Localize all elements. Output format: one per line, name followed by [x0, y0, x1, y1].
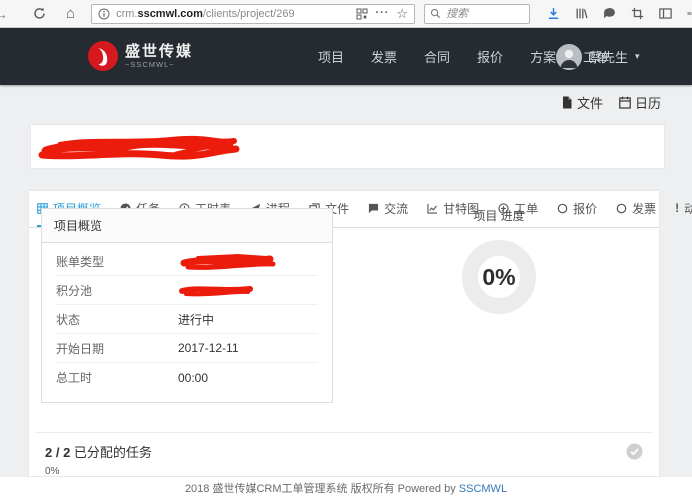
exclamation-icon: !	[675, 201, 679, 215]
progress-value: 0%	[482, 264, 515, 291]
total-hours-value: 00:00	[178, 371, 208, 385]
start-date-value: 2017-12-11	[178, 341, 239, 355]
avatar	[556, 44, 582, 70]
nav-item-plans[interactable]: 方案	[530, 47, 556, 66]
overview-row-points-pool: 积分池	[56, 276, 318, 305]
sidebar-button[interactable]	[659, 7, 672, 20]
card-title: 项目概览	[42, 209, 332, 243]
footer: 2018 盛世传媒CRM工单管理系统 版权所有 Powered by SSCMW…	[0, 477, 692, 503]
nav-item-contracts[interactable]: 合同	[424, 47, 450, 66]
app-navbar: 盛世传媒 ~SSCMWL~ 项目 发票 合同 报价 方案 工单 蔡先生 ▾	[0, 28, 692, 85]
status-value: 进行中	[178, 311, 214, 328]
tasks-count: 2 / 2	[45, 445, 70, 460]
project-title-panel	[30, 124, 665, 169]
tasks-progress-percent: 0%	[45, 466, 59, 477]
caret-down-icon: ▾	[635, 51, 640, 62]
brand-logo-icon	[88, 41, 118, 71]
calendar-icon	[619, 96, 631, 109]
tab-label: 发票	[632, 200, 656, 217]
footer-text: 2018 盛世传媒CRM工单管理系统 版权所有 Powered by	[185, 483, 459, 495]
project-overview-card: 项目概览 账单类型 积分池 状态 进行中	[41, 208, 333, 403]
extension-grid-icon[interactable]	[356, 8, 368, 20]
search-box[interactable]	[424, 4, 530, 24]
files-button[interactable]: 文件	[561, 93, 603, 112]
download-icon	[547, 7, 560, 20]
downloads-button[interactable]	[547, 7, 560, 20]
redaction-points-pool	[178, 282, 254, 298]
nav-item-projects[interactable]: 项目	[318, 47, 344, 66]
user-menu[interactable]: 蔡先生 ▾	[556, 28, 640, 85]
speech-bubble-icon	[603, 7, 616, 20]
check-circle-icon	[626, 443, 643, 460]
user-name: 蔡先生	[589, 47, 628, 66]
project-detail-panel: 项目概览 任务 工时表 进程 文件	[28, 190, 660, 477]
search-icon	[430, 8, 441, 19]
forward-button[interactable]: →	[0, 6, 9, 22]
overview-row-total-hours: 总工时 00:00	[56, 363, 318, 392]
url-bar[interactable]: crm.sscmwl.com/clients/project/269 ··· ☆	[91, 4, 415, 24]
tasks-label: 已分配的任务	[74, 445, 152, 460]
reload-icon	[33, 7, 46, 20]
project-progress: 项目 进度 0%	[369, 207, 629, 314]
tab-activity[interactable]: ! 动态	[675, 191, 692, 227]
progress-donut: 0%	[462, 240, 536, 314]
browser-toolbar: → ⌂ crm.sscmwl.com/clients/project/269 ·…	[0, 0, 692, 28]
search-input[interactable]	[446, 8, 518, 20]
pocket-button[interactable]	[603, 7, 616, 20]
library-button[interactable]	[575, 7, 588, 20]
tab-label: 动态	[684, 200, 692, 217]
home-button[interactable]: ⌂	[66, 6, 75, 21]
screenshot-button[interactable]	[631, 7, 644, 20]
brand-subtitle: ~SSCMWL~	[125, 60, 193, 69]
overview-row-start-date: 开始日期 2017-12-11	[56, 334, 318, 363]
bookmark-star-icon[interactable]: ☆	[396, 7, 408, 20]
nav-item-quotes[interactable]: 报价	[477, 47, 503, 66]
progress-title: 项目 进度	[369, 207, 629, 224]
redaction-project-title	[36, 131, 244, 164]
overview-row-status: 状态 进行中	[56, 305, 318, 334]
file-icon	[561, 96, 573, 109]
section-divider	[35, 432, 653, 433]
sidebar-icon	[659, 7, 672, 20]
reload-button[interactable]	[33, 7, 46, 20]
menu-button[interactable]	[687, 7, 692, 20]
home-icon: ⌂	[66, 6, 75, 21]
brand-logo[interactable]: 盛世传媒 ~SSCMWL~	[88, 41, 193, 71]
redaction-billing-type	[178, 251, 278, 271]
site-info-icon[interactable]	[98, 8, 110, 20]
overview-row-billing-type: 账单类型	[56, 247, 318, 276]
nav-item-invoices[interactable]: 发票	[371, 47, 397, 66]
page-actions-icon[interactable]: ···	[375, 8, 389, 19]
assigned-tasks-summary: 2 / 2 已分配的任务	[45, 442, 643, 461]
hamburger-icon	[687, 7, 692, 20]
page-actions: 文件 日历	[561, 93, 661, 112]
url-text[interactable]: crm.sscmwl.com/clients/project/269	[116, 8, 349, 20]
library-icon	[575, 7, 588, 20]
footer-link[interactable]: SSCMWL	[459, 483, 507, 495]
crop-icon	[631, 7, 644, 20]
calendar-button[interactable]: 日历	[619, 93, 661, 112]
brand-title: 盛世传媒	[125, 44, 193, 60]
forward-icon: →	[0, 6, 8, 22]
